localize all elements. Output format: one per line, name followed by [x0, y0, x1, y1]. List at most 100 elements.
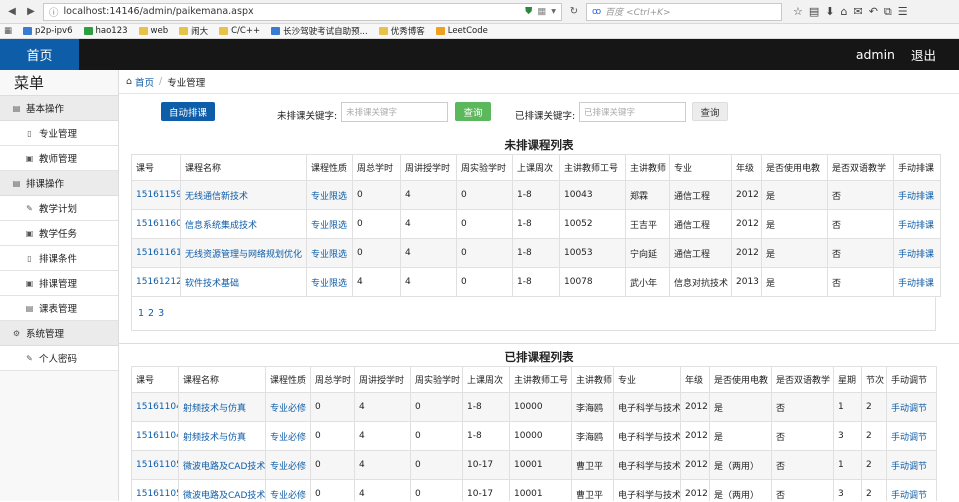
address-bar[interactable]: ⓘ localhost:14146/admin/paikemana.aspx ⛊… [43, 2, 562, 21]
action-link[interactable]: 软件技术基础 [180, 267, 307, 297]
bookmark-item[interactable]: LeetCode [435, 26, 488, 36]
sidebar-group[interactable]: ⚙ 系统管理 [0, 321, 118, 346]
home-icon[interactable]: ⌂ [126, 76, 132, 87]
table-cell: 0 [410, 479, 463, 501]
unscheduled-table: 课号 课程名称 课程性质 周总学时 周讲授学时 周实验学时 上课周次 主讲教师工号 主讲教师 专业… [131, 154, 941, 297]
book-icon: ▣ [25, 278, 34, 288]
breadcrumb-home[interactable]: 首页 [135, 75, 154, 89]
action-link[interactable]: 15161161 [131, 238, 181, 268]
column-header: 周实验学时 [410, 366, 463, 393]
page-link[interactable]: 2 [148, 308, 154, 319]
unscheduled-keyword-input[interactable]: 未排课关键字 [341, 102, 448, 122]
action-link[interactable]: 15161105 [131, 479, 179, 501]
action-link[interactable]: 专业必修 [265, 392, 311, 422]
table-cell: 0 [310, 450, 355, 480]
action-link[interactable]: 专业限选 [306, 238, 353, 268]
table-cell: 1-8 [462, 392, 510, 422]
action-link[interactable]: 15161160 [131, 209, 181, 239]
scheduled-query-button[interactable]: 查询 [692, 102, 728, 121]
library-icon[interactable]: ▤ [809, 5, 819, 19]
action-link[interactable]: 专业限选 [306, 267, 353, 297]
action-link[interactable]: 手动调节 [886, 450, 937, 480]
action-link[interactable]: 射频技术与仿真 [178, 392, 266, 422]
action-link[interactable]: 手动排课 [893, 180, 941, 210]
table-cell: 0 [310, 392, 355, 422]
action-link[interactable]: 射频技术与仿真 [178, 421, 266, 451]
action-link[interactable]: 手动排课 [893, 209, 941, 239]
sidebar-group[interactable]: ▤ 排课操作 [0, 171, 118, 196]
unscheduled-query-button[interactable]: 查询 [455, 102, 491, 121]
action-link[interactable]: 15161104 [131, 421, 179, 451]
action-link[interactable]: 无线通信新技术 [180, 180, 307, 210]
bookmark-item[interactable]: hao123 [83, 26, 128, 36]
sidebar-item[interactable]: ▣ 教师管理 [0, 146, 118, 171]
table-cell: 1 [833, 392, 862, 422]
action-link[interactable]: 专业必修 [265, 450, 311, 480]
sidebar-item[interactable]: ✎ 个人密码 [0, 346, 118, 371]
translate-icon[interactable]: ▦ [537, 6, 546, 17]
action-link[interactable]: 微波电路及CAD技术 [178, 479, 266, 501]
action-link[interactable]: 专业限选 [306, 209, 353, 239]
action-link[interactable]: 手动排课 [893, 267, 941, 297]
back-icon[interactable]: ◀ [5, 5, 19, 19]
action-link[interactable]: 15161159 [131, 180, 181, 210]
sidebar-item[interactable]: ▯ 排课条件 [0, 246, 118, 271]
star-icon[interactable]: ☆ [793, 5, 803, 19]
admin-link[interactable]: admin [856, 47, 895, 62]
download-icon[interactable]: ⬇ [825, 5, 834, 19]
logout-link[interactable]: 退出 [911, 45, 936, 64]
bookmark-item[interactable]: 优秀博客 [378, 25, 425, 37]
chat-icon[interactable]: ✉ [853, 5, 862, 19]
sidebar-item[interactable]: ▣ 排课管理 [0, 271, 118, 296]
apps-icon[interactable]: ▦ [4, 26, 12, 36]
hamburger-icon[interactable]: ☰ [898, 5, 908, 19]
page-link[interactable]: 1 [138, 308, 144, 319]
bookmark-item[interactable]: C/C++ [219, 26, 260, 36]
forward-icon[interactable]: ▶ [24, 5, 38, 19]
action-link[interactable]: 专业必修 [265, 421, 311, 451]
reload-icon[interactable]: ↻ [567, 5, 581, 19]
action-link[interactable]: 手动调节 [886, 479, 937, 501]
action-link[interactable]: 微波电路及CAD技术 [178, 450, 266, 480]
sidebar-item[interactable]: ✎ 教学计划 [0, 196, 118, 221]
sidebar-group[interactable]: ▤ 基本操作 [0, 96, 118, 121]
bookmark-item[interactable]: 长沙驾驶考试自助预... [271, 25, 368, 37]
action-link[interactable]: 专业必修 [265, 479, 311, 501]
action-link[interactable]: 手动调节 [886, 421, 937, 451]
action-link[interactable]: 15161105 [131, 450, 179, 480]
action-link[interactable]: 15161212 [131, 267, 181, 297]
action-link[interactable]: 15161104 [131, 392, 179, 422]
home-icon[interactable]: ⌂ [841, 5, 848, 19]
table-cell: 0 [456, 238, 513, 268]
sidebar-item[interactable]: ▯ 专业管理 [0, 121, 118, 146]
bookmark-item[interactable]: web [138, 26, 168, 36]
info-icon[interactable]: ⓘ [49, 5, 59, 19]
bookmark-item[interactable]: 闹大 [179, 25, 208, 37]
home-tab[interactable]: 首页 [0, 39, 79, 70]
action-link[interactable]: 信息系统集成技术 [180, 209, 307, 239]
table-cell: 2 [861, 450, 887, 480]
action-link[interactable]: 手动调节 [886, 392, 937, 422]
bookmark-item[interactable]: p2p-ipv6 [23, 26, 73, 36]
book-icon: ▣ [25, 228, 34, 238]
table-cell: 10001 [509, 450, 572, 480]
scheduled-keyword-input[interactable]: 已排课关键字 [579, 102, 686, 122]
action-link[interactable]: 无线资源管理与网络规划优化 [180, 238, 307, 268]
page-link[interactable]: 3 [158, 308, 164, 319]
bookmarks-bar: ▦ p2p-ipv6 hao123 web 闹大 C/C++ 长沙驾驶考试自助预... 优秀博… [0, 24, 959, 39]
sidebar-item[interactable]: ▤ 课表管理 [0, 296, 118, 321]
bookmark-folder-icon [219, 27, 229, 35]
bookmark-label: C/C++ [231, 26, 261, 36]
column-header: 课号 [131, 366, 179, 393]
dropdown-icon[interactable]: ▾ [551, 6, 556, 17]
crop-icon[interactable]: ⧉ [884, 5, 892, 19]
undo-icon[interactable]: ↶ [869, 5, 878, 19]
table-cell: 电子科学与技术 [613, 450, 681, 480]
shield-icon[interactable]: ⛊ [525, 6, 532, 17]
search-box[interactable]: ꝏ 百度 <Ctrl+K> [586, 2, 782, 21]
auto-schedule-button[interactable]: 自动排课 [161, 102, 215, 121]
action-link[interactable]: 专业限选 [306, 180, 353, 210]
sidebar-item[interactable]: ▣ 教学任务 [0, 221, 118, 246]
table-cell: 0 [310, 479, 355, 501]
action-link[interactable]: 手动排课 [893, 238, 941, 268]
